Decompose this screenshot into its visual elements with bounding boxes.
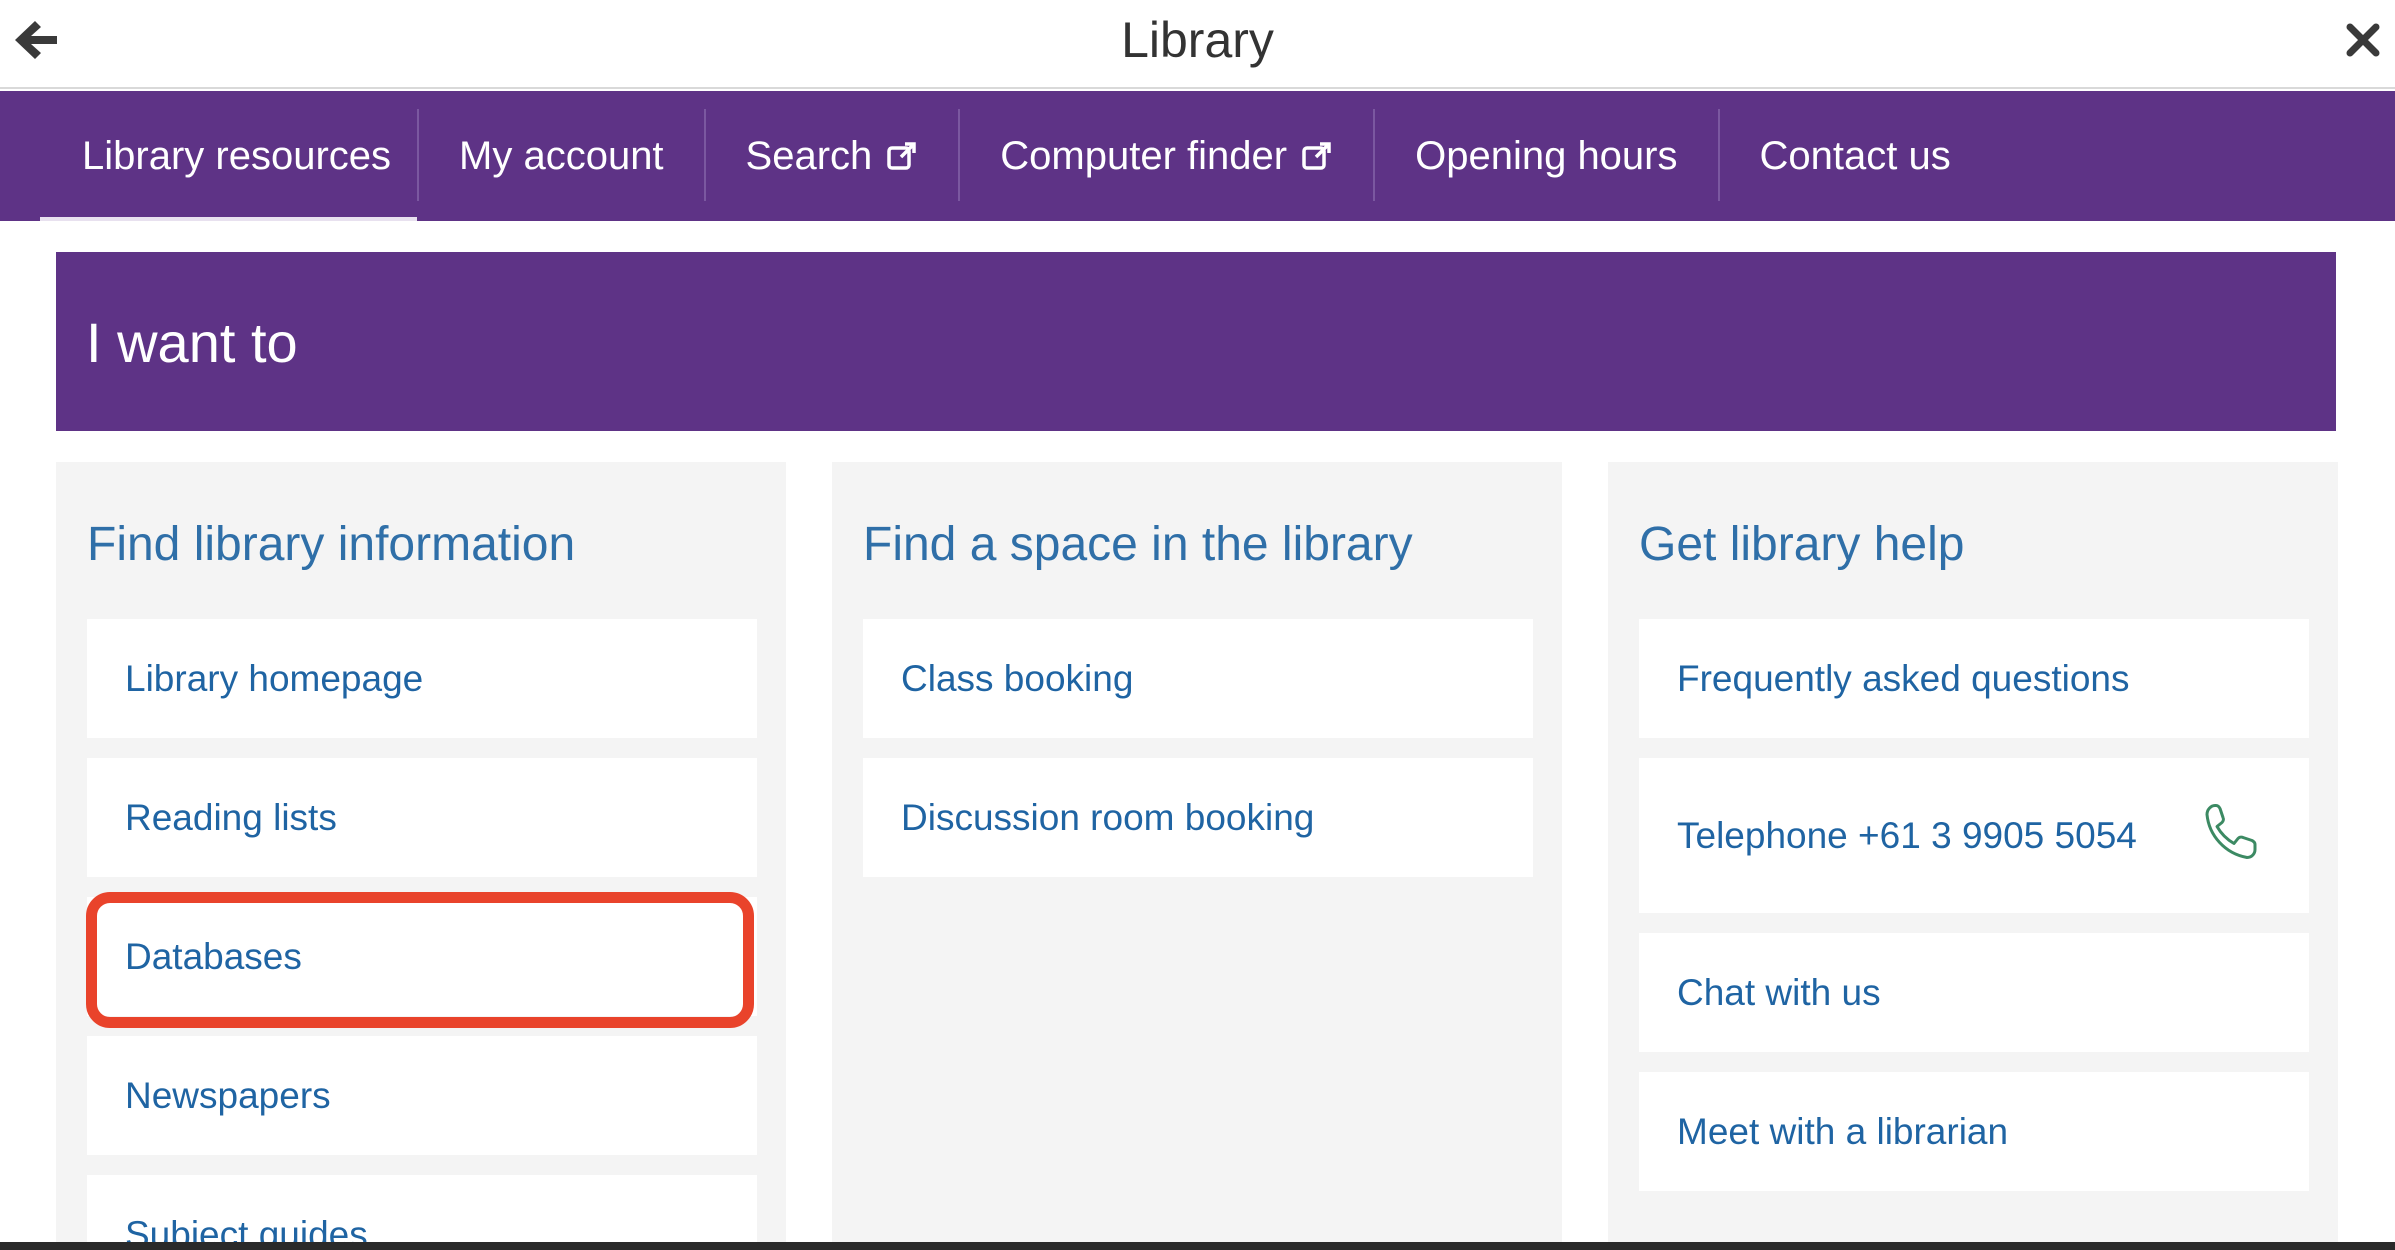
link-meet-with-a-librarian[interactable]: Meet with a librarian bbox=[1639, 1072, 2309, 1191]
nav-opening-hours[interactable]: Opening hours bbox=[1375, 91, 1717, 221]
phone-icon bbox=[2203, 801, 2259, 870]
bottom-edge bbox=[0, 1242, 2395, 1250]
telephone-label: Telephone +61 3 9905 5054 bbox=[1677, 814, 2137, 856]
external-link-icon bbox=[886, 140, 918, 172]
nav-label: Library resources bbox=[82, 133, 392, 178]
nav-label: Contact us bbox=[1759, 133, 1951, 178]
nav-label: Opening hours bbox=[1415, 133, 1678, 178]
nav-search[interactable]: Search bbox=[706, 91, 959, 221]
link-reading-lists[interactable]: Reading lists bbox=[87, 758, 757, 877]
library-page: Library Library resources My account Sea… bbox=[0, 0, 2395, 1250]
link-chat-with-us[interactable]: Chat with us bbox=[1639, 933, 2309, 1052]
banner-title: I want to bbox=[86, 311, 298, 374]
link-newspapers[interactable]: Newspapers bbox=[87, 1036, 757, 1155]
i-want-to-banner: I want to bbox=[56, 252, 2336, 431]
nav-contact-us[interactable]: Contact us bbox=[1720, 91, 1991, 221]
link-faq[interactable]: Frequently asked questions bbox=[1639, 619, 2309, 738]
nav-label: Computer finder bbox=[1000, 133, 1288, 178]
column-get-library-help: Get library help Frequently asked questi… bbox=[1608, 462, 2338, 1250]
nav-label: My account bbox=[459, 133, 664, 178]
nav-label: Search bbox=[745, 133, 873, 178]
link-telephone[interactable]: Telephone +61 3 9905 5054 bbox=[1639, 758, 2309, 913]
close-button[interactable] bbox=[2337, 14, 2389, 66]
close-icon bbox=[2346, 23, 2380, 57]
link-subject-guides[interactable]: Subject guides bbox=[87, 1175, 757, 1250]
column-heading: Find library information bbox=[87, 518, 576, 571]
title-bar: Library bbox=[0, 0, 2395, 89]
main-nav: Library resources My account Search Comp… bbox=[0, 91, 2395, 221]
link-class-booking[interactable]: Class booking bbox=[863, 619, 1533, 738]
link-discussion-room-booking[interactable]: Discussion room booking bbox=[863, 758, 1533, 877]
column-heading: Get library help bbox=[1639, 518, 1965, 571]
highlight-box bbox=[86, 892, 754, 1028]
column-heading: Find a space in the library bbox=[863, 518, 1413, 571]
column-find-library-information: Find library information Library homepag… bbox=[56, 462, 786, 1250]
window-title: Library bbox=[1121, 12, 1274, 68]
link-library-homepage[interactable]: Library homepage bbox=[87, 619, 757, 738]
external-link-icon bbox=[1301, 140, 1333, 172]
nav-library-resources[interactable]: Library resources bbox=[40, 91, 418, 221]
column-find-a-space: Find a space in the library Class bookin… bbox=[832, 462, 1562, 1250]
nav-my-account[interactable]: My account bbox=[419, 91, 704, 221]
nav-computer-finder[interactable]: Computer finder bbox=[960, 91, 1373, 221]
